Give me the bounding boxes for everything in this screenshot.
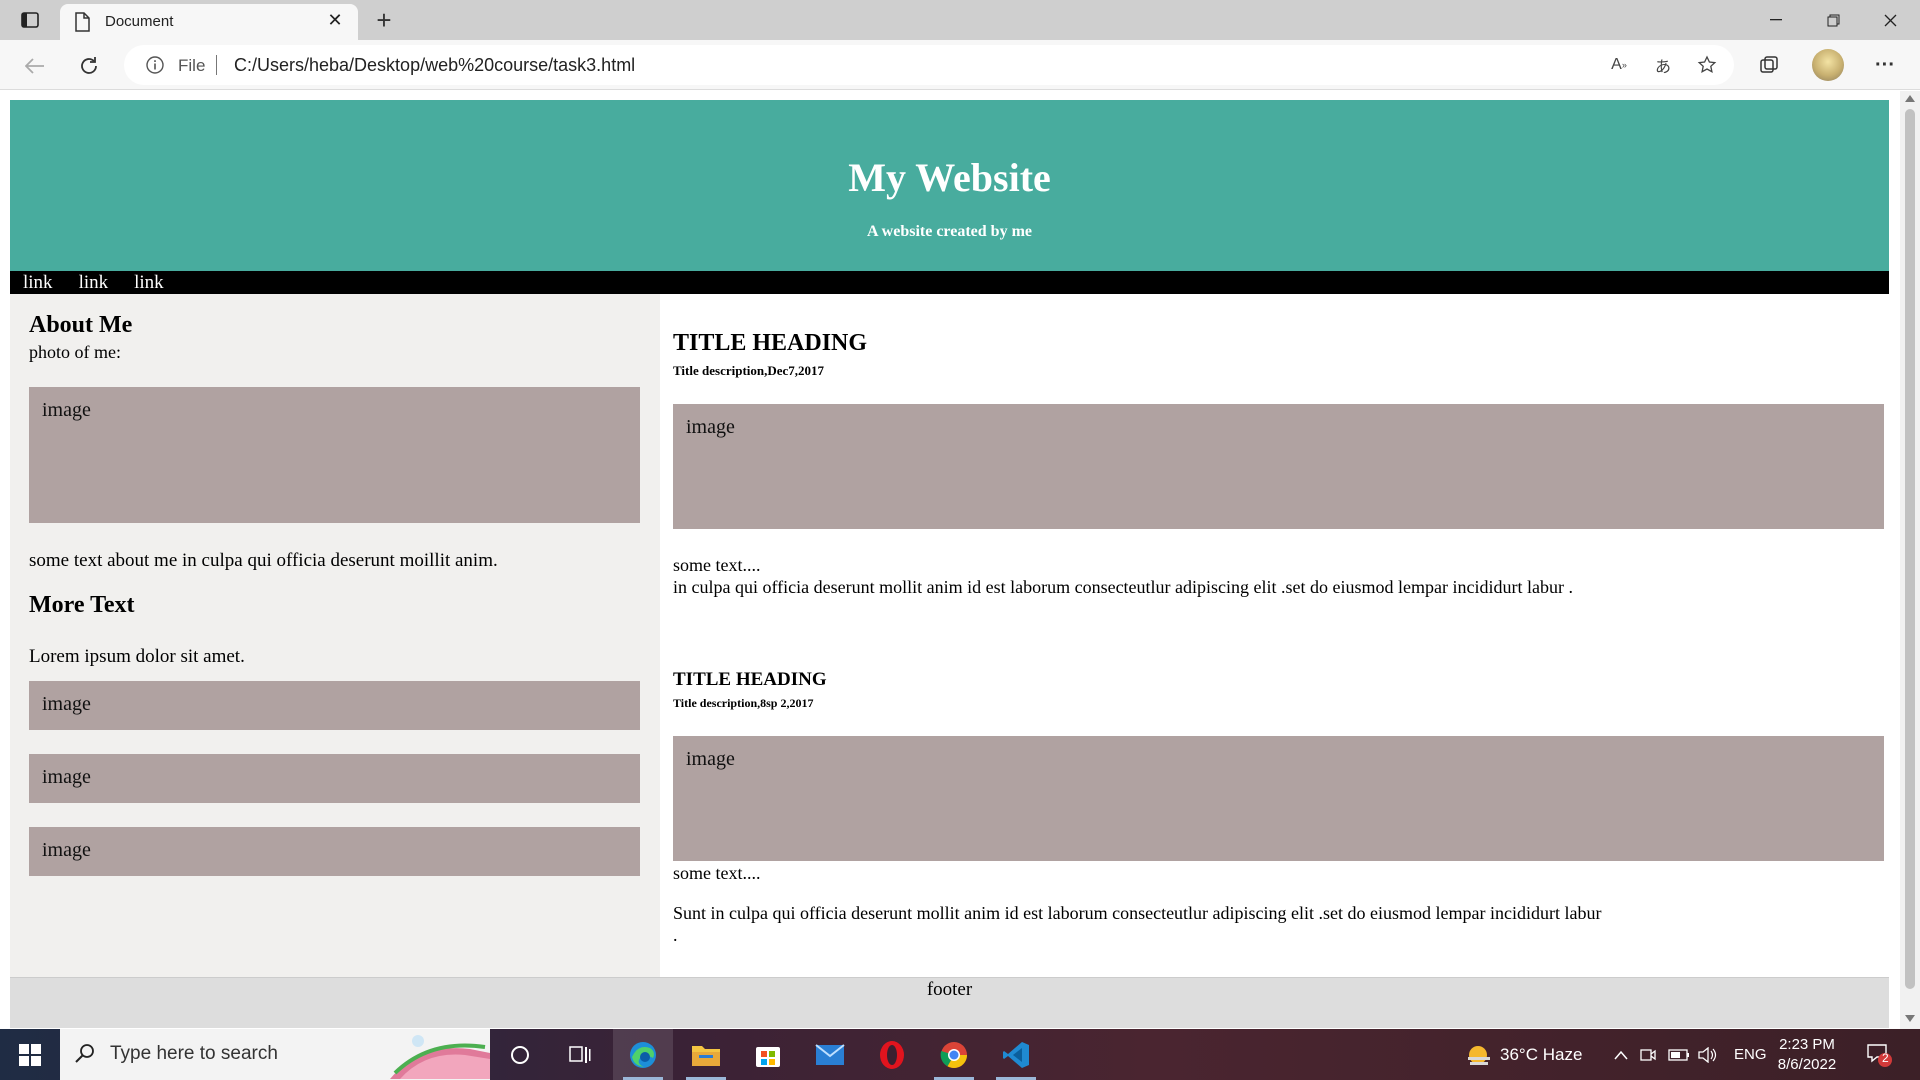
windows-start-icon[interactable]	[0, 1029, 60, 1080]
site-header: My Website A website created by me	[10, 100, 1889, 271]
nav-link[interactable]: link	[66, 271, 122, 294]
notification-center-icon[interactable]: 2	[1866, 1029, 1892, 1080]
back-arrow-icon[interactable]	[18, 49, 52, 83]
lorem-text: Lorem ipsum dolor sit amet.	[29, 646, 245, 667]
weather-widget[interactable]: 36°C Haze	[1464, 1029, 1582, 1080]
new-tab-icon[interactable]: +	[368, 4, 400, 36]
post-title: TITLE HEADING	[673, 669, 827, 690]
image-placeholder: image	[29, 754, 640, 803]
system-clock[interactable]: 2:23 PM 8/6/2022	[1762, 1035, 1852, 1075]
browser-tab-bar: Document ✕ +	[0, 0, 1920, 40]
post-some-text: some text....	[673, 555, 761, 575]
collections-icon[interactable]	[1752, 48, 1786, 82]
weather-haze-icon	[1468, 1045, 1490, 1065]
page-viewport: My Website A website created by me link …	[0, 91, 1900, 1029]
image-placeholder: image	[29, 827, 640, 876]
address-separator	[216, 55, 217, 75]
minimize-icon[interactable]	[1748, 0, 1804, 40]
tab-title: Document	[105, 13, 174, 30]
edge-icon[interactable]	[613, 1029, 673, 1080]
meet-now-icon[interactable]	[1640, 1029, 1656, 1080]
about-text: some text about me in culpa qui officia …	[29, 550, 498, 571]
more-menu-icon[interactable]: ···	[1868, 48, 1902, 82]
site-title: My Website	[848, 155, 1051, 200]
content-row: About Me photo of me: image some text ab…	[10, 294, 1889, 977]
search-icon	[74, 1043, 96, 1070]
scrollbar-thumb[interactable]	[1905, 109, 1915, 989]
document-icon	[74, 12, 90, 37]
post-some-text: some text....	[673, 863, 761, 883]
nav-link[interactable]: link	[121, 271, 177, 294]
scroll-up-icon[interactable]	[1905, 95, 1915, 102]
more-text-heading: More Text	[29, 592, 135, 618]
cortana-icon[interactable]	[490, 1029, 550, 1080]
taskbar-search-box[interactable]: Type here to search	[60, 1029, 490, 1080]
about-heading: About Me	[29, 312, 133, 338]
scroll-down-icon[interactable]	[1905, 1015, 1915, 1022]
browser-toolbar: File C:/Users/heba/Desktop/web%20course/…	[0, 40, 1920, 90]
info-icon[interactable]	[146, 56, 164, 79]
task-view-icon[interactable]	[550, 1029, 610, 1080]
post-trailing-text: .	[673, 925, 678, 945]
site-subtitle: A website created by me	[867, 223, 1032, 240]
post-description: Title description,8sp 2,2017	[673, 696, 814, 710]
read-aloud-icon[interactable]: A»	[1606, 53, 1632, 77]
file-explorer-icon[interactable]	[676, 1029, 736, 1080]
website: My Website A website created by me link …	[10, 100, 1889, 1028]
image-placeholder: image	[673, 404, 1884, 529]
nav-link[interactable]: link	[10, 271, 66, 294]
side-column: About Me photo of me: image some text ab…	[10, 294, 660, 977]
windows-taskbar: Type here to search 36°C Haze ENG 2:23 P…	[0, 1029, 1920, 1080]
post-title: TITLE HEADING	[673, 330, 868, 356]
url-text[interactable]: C:/Users/heba/Desktop/web%20course/task3…	[234, 55, 635, 76]
image-placeholder: image	[29, 387, 640, 523]
volume-icon[interactable]	[1698, 1029, 1718, 1080]
store-icon[interactable]	[738, 1029, 798, 1080]
weather-text: 36°C Haze	[1500, 1044, 1583, 1064]
post-body: Sunt in culpa qui officia deserunt molli…	[673, 903, 1602, 923]
chrome-icon[interactable]	[924, 1029, 984, 1080]
refresh-icon[interactable]	[72, 49, 106, 83]
post-description: Title description,Dec7,2017	[673, 363, 825, 378]
profile-avatar[interactable]	[1812, 49, 1844, 81]
browser-tab[interactable]: Document ✕	[60, 4, 358, 40]
search-placeholder: Type here to search	[110, 1043, 278, 1064]
clock-date: 8/6/2022	[1777, 1056, 1837, 1073]
close-tab-icon[interactable]: ✕	[324, 10, 346, 32]
site-footer: footer	[10, 977, 1889, 1028]
vertical-scrollbar[interactable]	[1900, 91, 1920, 1029]
photo-label: photo of me:	[29, 342, 121, 362]
battery-icon[interactable]	[1668, 1029, 1690, 1080]
image-placeholder: image	[29, 681, 640, 730]
search-highlight-icon	[390, 1035, 490, 1079]
show-hidden-icons-icon[interactable]	[1614, 1029, 1628, 1080]
main-column: TITLE HEADING Title description,Dec7,201…	[660, 294, 1889, 977]
opera-icon[interactable]	[862, 1029, 922, 1080]
address-bar[interactable]: File C:/Users/heba/Desktop/web%20course/…	[124, 45, 1734, 85]
close-window-icon[interactable]	[1862, 0, 1918, 40]
clock-time: 2:23 PM	[1779, 1036, 1835, 1053]
favorite-star-icon[interactable]	[1694, 53, 1720, 77]
translate-icon[interactable]: あ	[1650, 53, 1676, 77]
post-body: in culpa qui officia deserunt mollit ani…	[673, 577, 1573, 597]
top-navigation: link link link	[10, 271, 1889, 294]
scheme-label: File	[178, 56, 206, 75]
notification-count: 2	[1882, 1051, 1889, 1065]
vscode-icon[interactable]	[986, 1029, 1046, 1080]
image-placeholder: image	[673, 736, 1884, 861]
mail-icon[interactable]	[800, 1029, 860, 1080]
tab-actions-icon[interactable]	[14, 8, 46, 32]
restore-icon[interactable]	[1805, 0, 1861, 40]
